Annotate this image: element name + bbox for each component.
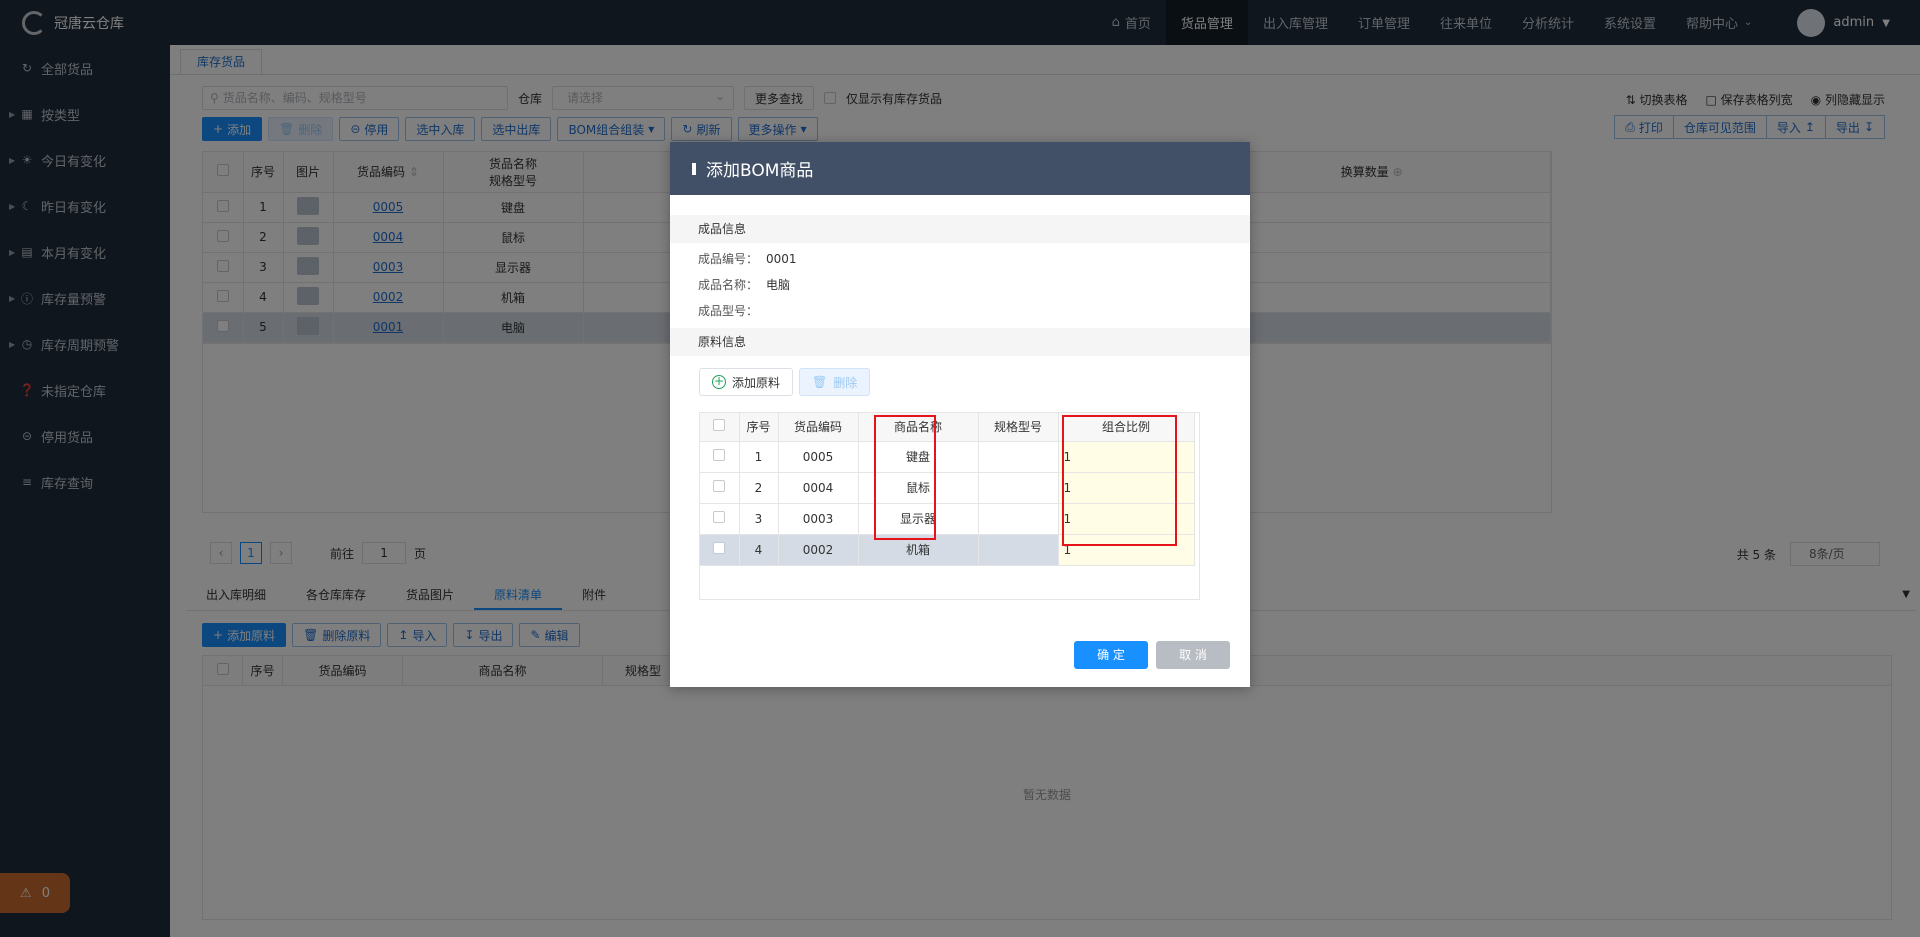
select-all-header: [700, 413, 740, 442]
row-checkbox[interactable]: [713, 511, 726, 523]
trash-icon: 🗑: [812, 375, 828, 389]
column-header: 货品编码: [778, 413, 859, 442]
dialog-toolbar: + 添加原料 🗑 删除: [670, 368, 1250, 396]
delete-material-button[interactable]: 🗑 删除: [799, 368, 871, 396]
highlight-name-column: [874, 415, 936, 540]
material-section-title: 原料信息: [670, 328, 1250, 356]
plus-circle-icon: +: [712, 374, 726, 389]
add-material-button[interactable]: +添加原料: [699, 368, 794, 396]
row-checkbox[interactable]: [713, 449, 726, 461]
product-code-value: 0001: [766, 252, 797, 266]
product-section-title: 成品信息: [670, 215, 1250, 243]
dialog-footer: 确 定 取 消: [1074, 641, 1230, 669]
highlight-ratio-column: [1062, 415, 1177, 546]
dialog-header: 添加BOM商品: [670, 142, 1250, 195]
cancel-button[interactable]: 取 消: [1156, 641, 1230, 669]
title-bar-icon: [692, 162, 696, 175]
select-all-checkbox[interactable]: [713, 419, 726, 432]
row-checkbox[interactable]: [713, 542, 726, 554]
dialog-title: 添加BOM商品: [706, 161, 814, 181]
product-code-row: 成品编号： 0001: [698, 252, 797, 266]
column-header: 序号: [739, 413, 779, 442]
column-header: 规格型号: [978, 413, 1059, 442]
row-checkbox[interactable]: [713, 480, 726, 492]
add-bom-dialog: 添加BOM商品 成品信息 成品编号： 0001 成品名称： 电脑 成品型号： 原料信…: [670, 142, 1250, 687]
product-name-value: 电脑: [766, 278, 791, 292]
confirm-button[interactable]: 确 定: [1074, 641, 1148, 669]
product-info: 成品编号： 0001 成品名称： 电脑 成品型号：: [670, 246, 1250, 324]
product-name-row: 成品名称： 电脑: [698, 278, 791, 292]
product-model-row: 成品型号：: [698, 304, 759, 318]
